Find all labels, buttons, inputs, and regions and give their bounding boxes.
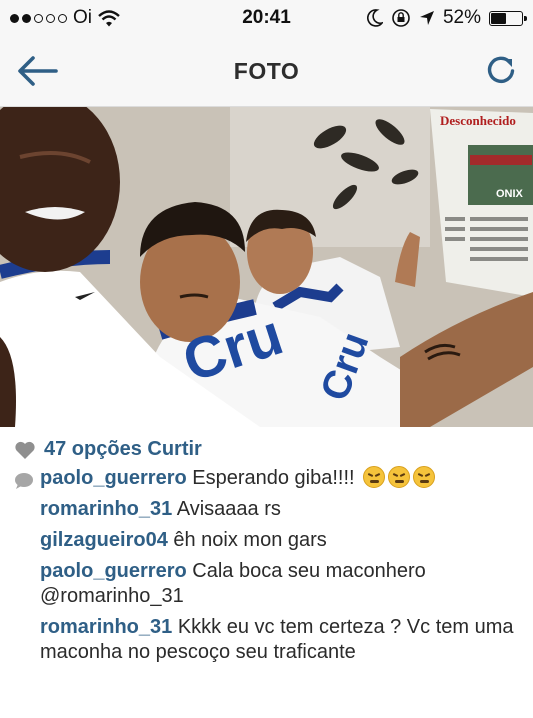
comment-username[interactable]: paolo_guerrero [40,467,187,489]
tired-face-emoji-icon [413,466,436,488]
battery-fill [491,12,506,24]
comment-item: romarinho_31 Avisaaaa rs [14,497,524,522]
location-arrow-icon [419,11,434,25]
nav-bar: FOTO [0,36,533,107]
comments-list: paolo_guerrero Esperando giba!!!! romari… [14,466,524,671]
comment-item: paolo_guerrero Cala boca seu maconhero @… [14,559,524,609]
page-title: FOTO [233,58,300,84]
comment-item: romarinho_31 Kkkk eu vc tem certeza ? Vc… [14,615,524,665]
comment-username[interactable]: romarinho_31 [40,616,172,638]
heart-icon [15,441,35,459]
refresh-icon [487,56,515,83]
comment-username[interactable]: paolo_guerrero [40,560,187,582]
comment-username[interactable]: romarinho_31 [40,498,172,520]
tired-face-emoji-icon [388,466,411,488]
comment-bubble-icon [15,473,33,489]
moon-icon [367,9,383,27]
battery-icon [489,10,527,26]
newspaper: Desconhecido ONIX [430,109,533,297]
orientation-lock-icon [392,9,410,27]
newspaper-sponsor: ONIX [496,188,524,200]
likes-count: 47 opções Curtir [44,438,202,460]
photo-illustration: Desconhecido ONIX Cru Cru [0,107,533,427]
tired-face-emoji-icon [363,466,386,488]
status-right: 52% [367,7,527,29]
refresh-button[interactable] [483,52,519,88]
status-bar: Oi 20:41 52% [0,0,533,36]
newspaper-header: Desconhecido [440,113,516,128]
comment-text: Esperando giba!!!! [192,467,355,489]
comment-item: gilzagueiro04 êh noix mon gars [14,528,524,553]
comment-username[interactable]: gilzagueiro04 [40,529,168,551]
comment-text: Avisaaaa rs [176,498,281,520]
comment-item: paolo_guerrero Esperando giba!!!! [14,466,524,491]
post-photo[interactable]: Desconhecido ONIX Cru Cru [0,107,533,427]
comment-text: êh noix mon gars [173,529,327,551]
battery-percent: 52% [442,7,481,28]
likes-row[interactable]: 47 opções Curtir [14,438,202,461]
